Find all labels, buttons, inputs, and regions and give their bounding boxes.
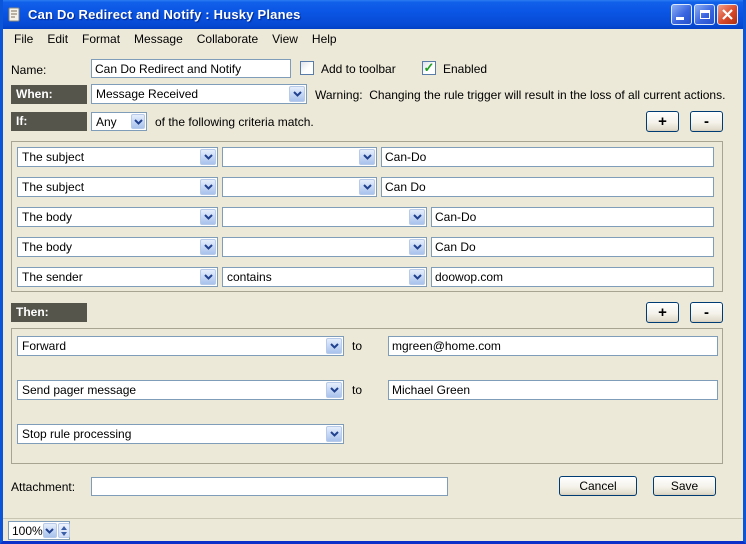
chevron-down-icon <box>326 338 342 354</box>
minimize-icon <box>676 17 684 20</box>
chevron-down-icon <box>200 239 216 255</box>
attachment-input[interactable] <box>91 477 448 496</box>
chevron-down-icon <box>326 382 342 398</box>
then-label: Then: <box>11 303 87 322</box>
criteria-field-dropdown[interactable]: The subject <box>17 177 218 197</box>
action-target-input[interactable] <box>388 336 718 356</box>
enabled-checkbox[interactable]: ✓ <box>422 61 436 75</box>
action-connector-label: to <box>352 339 362 353</box>
trigger-warning-text: Warning: Changing the rule trigger will … <box>315 88 725 102</box>
chevron-down-icon <box>200 209 216 225</box>
criteria-field-dropdown[interactable]: The body <box>17 237 218 257</box>
chevron-down-icon[interactable] <box>43 523 57 538</box>
action-type-dropdown[interactable]: Stop rule processing <box>17 424 344 444</box>
action-type-value: Forward <box>18 339 325 353</box>
chevron-down-icon <box>289 86 305 102</box>
action-type-dropdown[interactable]: Send pager message <box>17 380 344 400</box>
criteria-field-value: The body <box>18 240 199 254</box>
action-type-dropdown[interactable]: Forward <box>17 336 344 356</box>
zoom-spinner[interactable] <box>58 523 70 538</box>
spin-up-icon <box>61 526 67 530</box>
remove-action-button[interactable]: - <box>690 302 723 323</box>
criteria-field-dropdown[interactable]: The subject <box>17 147 218 167</box>
match-type-dropdown[interactable]: Any <box>91 112 147 131</box>
when-trigger-dropdown[interactable]: Message Received <box>91 84 307 104</box>
chevron-down-icon <box>409 269 425 285</box>
statusbar-divider <box>3 518 743 519</box>
maximize-icon <box>700 10 710 19</box>
criteria-value-input[interactable] <box>381 177 714 197</box>
action-target-input[interactable] <box>388 380 718 400</box>
chevron-down-icon <box>359 179 375 195</box>
zoom-level-value: 100% <box>9 524 43 538</box>
remove-criteria-button[interactable]: - <box>690 111 723 132</box>
if-label: If: <box>11 112 87 131</box>
add-criteria-button[interactable]: + <box>646 111 679 132</box>
check-icon: ✓ <box>424 61 435 74</box>
criteria-field-value: The subject <box>18 150 199 164</box>
menu-file[interactable]: File <box>7 31 40 47</box>
criteria-value-input[interactable] <box>431 237 714 257</box>
app-icon <box>6 6 23 23</box>
chevron-down-icon <box>200 269 216 285</box>
attachment-label: Attachment: <box>11 480 75 494</box>
criteria-field-dropdown[interactable]: The body <box>17 207 218 227</box>
menu-collaborate[interactable]: Collaborate <box>190 31 265 47</box>
criteria-operator-dropdown[interactable] <box>222 177 377 197</box>
close-button[interactable] <box>717 4 738 25</box>
name-label: Name: <box>11 63 46 77</box>
cancel-button[interactable]: Cancel <box>559 476 637 496</box>
add-action-button[interactable]: + <box>646 302 679 323</box>
save-button[interactable]: Save <box>653 476 716 496</box>
chevron-down-icon <box>409 239 425 255</box>
close-icon <box>722 9 733 20</box>
add-to-toolbar-checkbox[interactable]: ✓ <box>300 61 314 75</box>
criteria-operator-dropdown[interactable]: contains <box>222 267 427 287</box>
window-title: Can Do Redirect and Notify : Husky Plane… <box>28 7 301 22</box>
chevron-down-icon <box>200 149 216 165</box>
criteria-value-input[interactable] <box>381 147 714 167</box>
menu-bar: File Edit Format Message Collaborate Vie… <box>3 29 743 48</box>
spin-down-icon <box>61 532 67 536</box>
action-type-value: Stop rule processing <box>18 427 325 441</box>
name-input[interactable] <box>91 59 291 78</box>
maximize-button[interactable] <box>694 4 715 25</box>
enabled-label: Enabled <box>443 62 487 76</box>
criteria-field-value: The body <box>18 210 199 224</box>
chevron-down-icon <box>326 426 342 442</box>
rule-editor-window: Can Do Redirect and Notify : Husky Plane… <box>0 0 746 544</box>
chevron-down-icon <box>359 149 375 165</box>
when-trigger-value: Message Received <box>92 87 288 101</box>
criteria-operator-dropdown[interactable] <box>222 147 377 167</box>
chevron-down-icon <box>200 179 216 195</box>
minimize-button[interactable] <box>671 4 692 25</box>
criteria-value-input[interactable] <box>431 267 714 287</box>
menu-view[interactable]: View <box>265 31 305 47</box>
action-connector-label: to <box>352 383 362 397</box>
criteria-operator-dropdown[interactable] <box>222 237 427 257</box>
criteria-field-dropdown[interactable]: The sender <box>17 267 218 287</box>
criteria-field-value: The subject <box>18 180 199 194</box>
criteria-match-suffix: of the following criteria match. <box>155 115 314 129</box>
match-type-value: Any <box>92 115 130 129</box>
menu-format[interactable]: Format <box>75 31 127 47</box>
criteria-value-input[interactable] <box>431 207 714 227</box>
menu-edit[interactable]: Edit <box>40 31 75 47</box>
menu-message[interactable]: Message <box>127 31 190 47</box>
add-to-toolbar-label: Add to toolbar <box>321 62 396 76</box>
criteria-field-value: The sender <box>18 270 199 284</box>
menu-help[interactable]: Help <box>305 31 344 47</box>
criteria-operator-dropdown[interactable] <box>222 207 427 227</box>
chevron-down-icon <box>131 114 145 129</box>
zoom-level-dropdown[interactable]: 100% <box>8 521 70 540</box>
criteria-operator-value: contains <box>223 270 408 284</box>
title-bar: Can Do Redirect and Notify : Husky Plane… <box>0 0 746 29</box>
action-type-value: Send pager message <box>18 383 325 397</box>
chevron-down-icon <box>409 209 425 225</box>
when-label: When: <box>11 85 87 104</box>
